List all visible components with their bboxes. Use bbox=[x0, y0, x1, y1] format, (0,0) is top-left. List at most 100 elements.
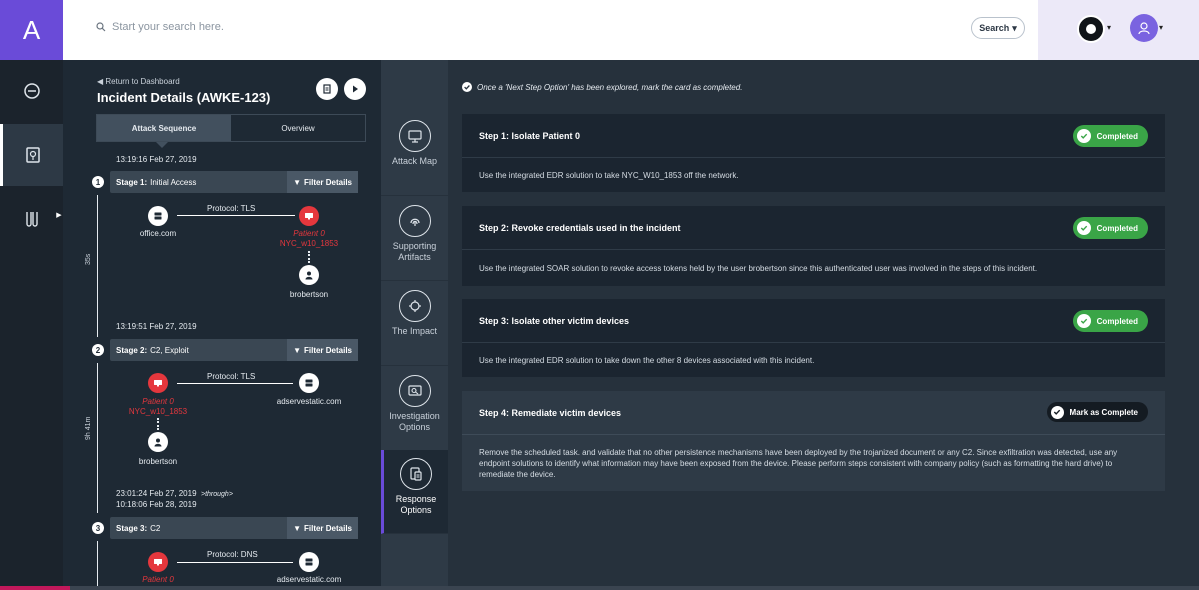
search-input[interactable] bbox=[112, 21, 512, 33]
step-title: Step 2: Revoke credentials used in the i… bbox=[479, 222, 681, 233]
step-card-4[interactable]: Step 4: Remediate victim devices Mark as… bbox=[462, 391, 1165, 491]
option-label: The Impact bbox=[391, 326, 438, 336]
step-card-3[interactable]: Step 3: Isolate other victim devices Com… bbox=[462, 299, 1165, 377]
back-link-label: Return to Dashboard bbox=[105, 77, 180, 86]
options-column: Attack Map Supporting Artifacts The Impa… bbox=[381, 60, 448, 590]
stage-2-filter-button[interactable]: ▼ Filter Details bbox=[287, 339, 358, 361]
rail-item-incidents[interactable] bbox=[0, 124, 63, 186]
user-node[interactable] bbox=[299, 265, 319, 285]
option-response-options[interactable]: Response Options bbox=[381, 450, 448, 534]
user-link bbox=[157, 418, 159, 430]
fingerprint-icon bbox=[398, 205, 431, 237]
patient-label: Patient 0 bbox=[259, 229, 359, 238]
user-node[interactable] bbox=[148, 432, 168, 452]
stage-3-bar[interactable]: Stage 3: C2 ▼ Filter Details bbox=[110, 517, 358, 539]
completed-badge[interactable]: Completed bbox=[1072, 217, 1148, 239]
option-the-impact[interactable]: The Impact bbox=[381, 282, 448, 366]
check-circle-icon bbox=[462, 82, 472, 92]
assistant-avatar[interactable] bbox=[1077, 15, 1105, 43]
stage-2-prefix: Stage 2: bbox=[116, 345, 148, 355]
option-attack-map[interactable]: Attack Map bbox=[381, 112, 448, 196]
chevron-down-icon[interactable]: ▾ bbox=[1159, 23, 1163, 32]
step-card-1[interactable]: Step 1: Isolate Patient 0 Completed Use … bbox=[462, 114, 1165, 192]
patient-label-text: Patient 0 bbox=[142, 575, 174, 584]
user-avatar[interactable] bbox=[1130, 14, 1158, 42]
stage-3-number: 3 bbox=[92, 522, 104, 534]
patient-host: NYC_w10_1853 bbox=[279, 239, 339, 248]
step-card-2[interactable]: Step 2: Revoke credentials used in the i… bbox=[462, 206, 1165, 286]
incident-title: Incident Details (AWKE-123) bbox=[97, 90, 271, 105]
user-zone bbox=[1038, 0, 1199, 60]
rail-item-dashboard[interactable] bbox=[0, 60, 63, 122]
back-link[interactable]: ◀ Return to Dashboard bbox=[97, 77, 180, 86]
filter-icon: ▼ bbox=[293, 177, 301, 187]
step-card-header: Step 1: Isolate Patient 0 Completed bbox=[462, 114, 1165, 158]
completed-badge[interactable]: Completed bbox=[1072, 125, 1148, 147]
user-label: brobertson bbox=[289, 290, 329, 299]
patient-node[interactable] bbox=[148, 373, 168, 393]
play-button[interactable] bbox=[344, 78, 366, 100]
mark-complete-label: Mark as Complete bbox=[1069, 407, 1138, 417]
bottom-accent bbox=[0, 586, 70, 590]
option-label: Attack Map bbox=[391, 156, 438, 166]
option-supporting-artifacts[interactable]: Supporting Artifacts bbox=[381, 197, 448, 281]
chevron-down-icon: ▾ bbox=[1012, 22, 1017, 33]
source-node[interactable] bbox=[148, 206, 168, 226]
tab-overview[interactable]: Overview bbox=[231, 115, 365, 141]
stage-2-bar[interactable]: Stage 2: C2, Exploit ▼ Filter Details bbox=[110, 339, 358, 361]
user-label: brobertson bbox=[138, 457, 178, 466]
chevron-down-icon[interactable]: ▾ bbox=[1107, 23, 1111, 32]
impact-icon bbox=[398, 290, 431, 322]
mark-complete-button[interactable]: Mark as Complete bbox=[1046, 402, 1148, 422]
option-investigation-options[interactable]: Investigation Options bbox=[381, 367, 448, 451]
timeline-line bbox=[97, 363, 98, 513]
play-icon bbox=[353, 85, 358, 93]
target-node[interactable] bbox=[299, 373, 319, 393]
patient-node[interactable] bbox=[148, 552, 168, 572]
tab-pointer bbox=[156, 142, 168, 148]
stage-1-protocol: Protocol: TLS bbox=[207, 204, 256, 213]
user-link bbox=[308, 251, 310, 263]
target-label: adservestatic.com bbox=[276, 397, 342, 406]
patient-label-text: Patient 0 bbox=[293, 229, 325, 238]
step-body: Use the integrated SOAR solution to revo… bbox=[479, 263, 1038, 273]
target-node[interactable] bbox=[299, 552, 319, 572]
stage-3-filter-button[interactable]: ▼ Filter Details bbox=[287, 517, 358, 539]
option-label: Supporting Artifacts bbox=[392, 241, 437, 262]
workstation-icon bbox=[154, 559, 162, 566]
completed-badge[interactable]: Completed bbox=[1072, 310, 1148, 332]
stage-1-filter-button[interactable]: ▼ Filter Details bbox=[287, 171, 358, 193]
filter-icon: ▼ bbox=[293, 523, 301, 533]
user-icon bbox=[305, 271, 313, 280]
filter-label: Filter Details bbox=[303, 177, 352, 187]
timeline-line bbox=[97, 195, 98, 337]
step-body: Use the integrated EDR solution to take … bbox=[479, 170, 739, 180]
stage-3-protocol: Protocol: DNS bbox=[207, 550, 258, 559]
left-rail: ▶ bbox=[0, 60, 64, 590]
report-button[interactable] bbox=[316, 78, 338, 100]
rail-item-lab[interactable] bbox=[0, 188, 63, 250]
stage-1-bar[interactable]: Stage 1: Initial Access ▼ Filter Details bbox=[110, 171, 358, 193]
search-box[interactable] bbox=[96, 21, 512, 33]
step-body: Use the integrated EDR solution to take … bbox=[479, 355, 815, 365]
check-icon bbox=[1076, 129, 1091, 143]
tab-attack-sequence[interactable]: Attack Sequence bbox=[97, 115, 231, 141]
stage-2-name: C2, Exploit bbox=[150, 345, 189, 355]
stage-2-number: 2 bbox=[92, 344, 104, 356]
assistant-icon bbox=[1086, 24, 1096, 34]
step-title: Step 1: Isolate Patient 0 bbox=[479, 130, 581, 141]
badge-label: Completed bbox=[1096, 316, 1138, 326]
filter-label: Filter Details bbox=[303, 345, 352, 355]
search-button[interactable]: Search ▾ bbox=[971, 17, 1025, 39]
workstation-icon bbox=[154, 380, 162, 387]
patient-node[interactable] bbox=[299, 206, 319, 226]
workstation-icon bbox=[305, 213, 313, 220]
stage-1-name: Initial Access bbox=[150, 177, 197, 187]
stage-3-start: 23:01:24 Feb 27, 2019 bbox=[116, 489, 197, 498]
check-icon bbox=[1076, 221, 1091, 235]
app-logo[interactable]: A bbox=[0, 0, 63, 60]
bottom-strip bbox=[0, 586, 1199, 590]
incident-file-icon bbox=[26, 147, 40, 163]
option-label: Response Options bbox=[395, 494, 437, 515]
main-panel: Once a 'Next Step Option' has been explo… bbox=[448, 60, 1199, 590]
